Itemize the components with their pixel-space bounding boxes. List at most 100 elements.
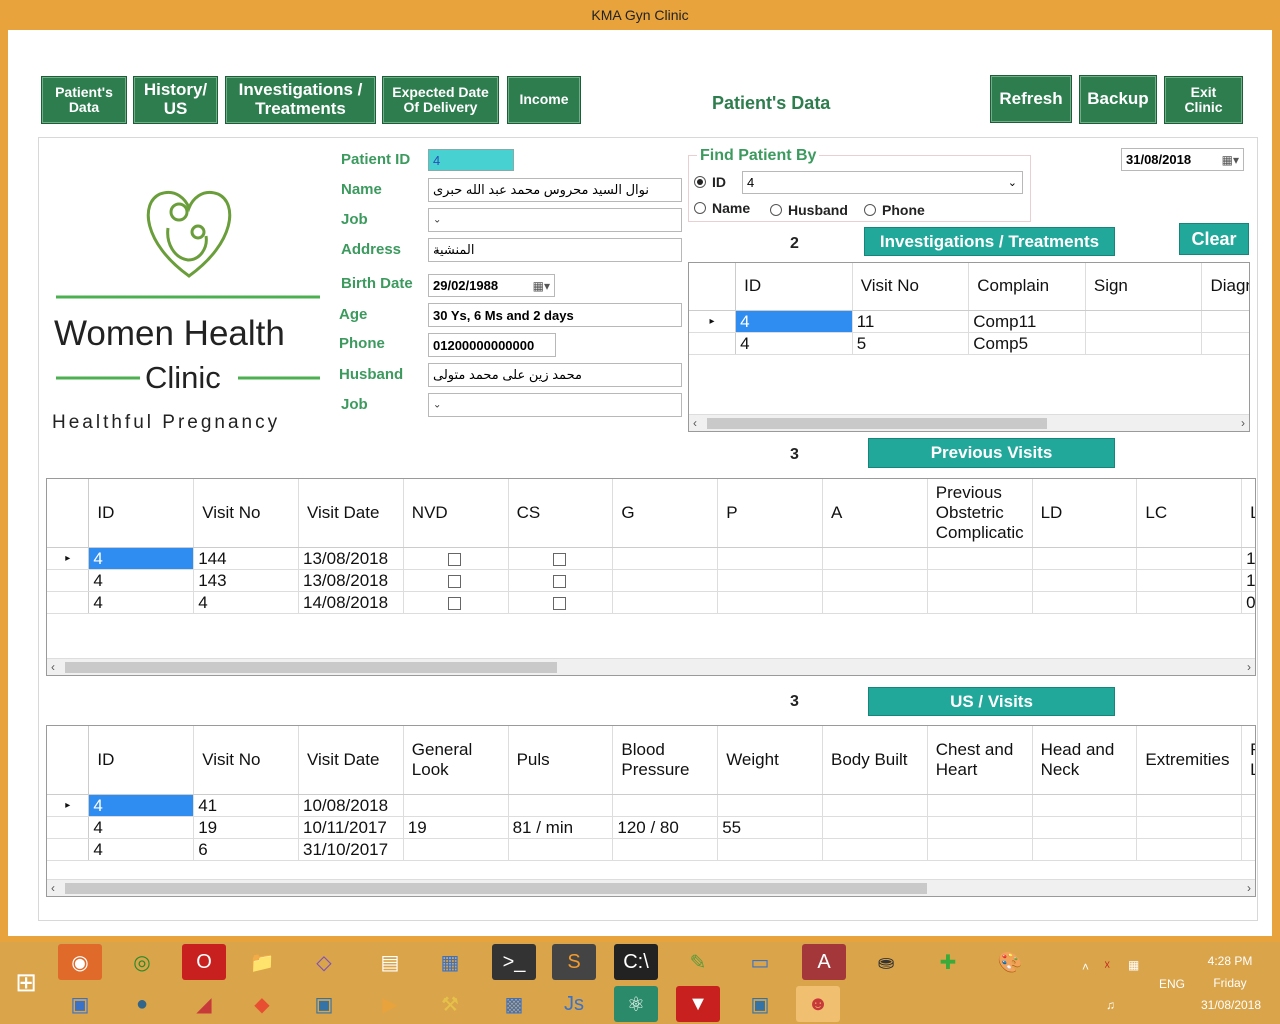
media-player-icon[interactable]: ▶ bbox=[368, 986, 412, 1022]
add-green-icon[interactable]: ✚ bbox=[926, 944, 970, 980]
table-cell[interactable]: 4 bbox=[735, 310, 853, 333]
row-header[interactable] bbox=[47, 569, 90, 592]
table-cell[interactable] bbox=[612, 838, 719, 861]
python-icon[interactable]: ▣ bbox=[302, 986, 346, 1022]
table-cell[interactable] bbox=[717, 547, 823, 570]
history-us-button[interactable]: History/ US bbox=[133, 76, 218, 124]
table-cell[interactable]: 14/08/2018 bbox=[298, 591, 404, 614]
table-cell[interactable] bbox=[1136, 794, 1243, 817]
network-tool-icon[interactable]: ▣ bbox=[58, 986, 102, 1022]
table-cell[interactable] bbox=[717, 591, 823, 614]
table-cell[interactable] bbox=[822, 794, 928, 817]
column-header[interactable]: Chest and Heart bbox=[927, 726, 1033, 795]
table-cell[interactable]: 120 / 80 bbox=[612, 816, 719, 839]
table-cell[interactable]: 10/08/2018 bbox=[298, 794, 404, 817]
row-header[interactable] bbox=[47, 591, 90, 614]
start-windows-icon[interactable]: ⊞ bbox=[4, 964, 48, 1000]
column-header[interactable]: ID bbox=[88, 479, 195, 548]
expected-date-button[interactable]: Expected Date Of Delivery bbox=[382, 76, 499, 124]
table-cell[interactable]: 55 bbox=[717, 816, 823, 839]
column-header[interactable]: NVD bbox=[403, 479, 509, 548]
scroll-right-icon[interactable]: › bbox=[1247, 659, 1251, 675]
column-header[interactable]: Visit Date bbox=[298, 726, 404, 795]
column-header[interactable]: Visit No bbox=[193, 726, 299, 795]
git-icon[interactable]: ◆ bbox=[240, 986, 284, 1022]
table-cell[interactable]: 81 / min bbox=[508, 816, 614, 839]
find-by-id-radio[interactable]: ID bbox=[694, 174, 726, 190]
remote-desktop-icon[interactable]: ▩ bbox=[492, 986, 536, 1022]
column-header[interactable]: G bbox=[612, 479, 719, 548]
investigations-treatments-button[interactable]: Investigations / Treatments bbox=[864, 227, 1115, 256]
column-header[interactable]: LC bbox=[1136, 479, 1243, 548]
row-header[interactable] bbox=[47, 838, 90, 861]
table-cell[interactable]: 4 bbox=[88, 838, 195, 861]
table-cell[interactable]: 5 bbox=[852, 332, 970, 355]
table-cell[interactable]: Comp5 bbox=[968, 332, 1086, 355]
table-cell[interactable]: 4 bbox=[88, 547, 195, 570]
table-cell[interactable] bbox=[508, 569, 614, 592]
checkbox[interactable] bbox=[447, 552, 461, 566]
table-cell[interactable] bbox=[1032, 591, 1138, 614]
table-cell[interactable] bbox=[1032, 547, 1138, 570]
chrome-icon[interactable]: ◎ bbox=[120, 944, 164, 980]
column-header[interactable]: A bbox=[822, 479, 928, 548]
table-cell[interactable]: Comp11 bbox=[968, 310, 1086, 333]
table-cell[interactable] bbox=[1241, 838, 1255, 861]
column-header[interactable]: ID bbox=[735, 263, 853, 311]
table-cell[interactable] bbox=[403, 591, 509, 614]
checkbox[interactable] bbox=[447, 596, 461, 610]
column-header[interactable]: Puls bbox=[508, 726, 614, 795]
column-header[interactable]: Extremities bbox=[1136, 726, 1243, 795]
row-header[interactable] bbox=[47, 816, 90, 839]
clinic-app-icon[interactable]: ☻ bbox=[796, 986, 840, 1022]
checkbox[interactable] bbox=[552, 552, 566, 566]
investigations-treatments-nav-button[interactable]: Investigations / Treatments bbox=[225, 76, 376, 124]
volume-icon[interactable]: ♫ bbox=[1106, 998, 1115, 1012]
control-panel-icon[interactable]: ▦ bbox=[428, 944, 472, 980]
scroll-right-icon[interactable]: › bbox=[1247, 880, 1251, 896]
table-cell[interactable]: 01/12/2( bbox=[1241, 591, 1255, 614]
column-header[interactable]: LD bbox=[1032, 479, 1138, 548]
table-cell[interactable] bbox=[717, 794, 823, 817]
table-cell[interactable] bbox=[1032, 838, 1138, 861]
table-cell[interactable] bbox=[403, 547, 509, 570]
find-id-select[interactable]: 4 ⌄ bbox=[742, 171, 1023, 194]
js-icon[interactable]: Js bbox=[552, 986, 596, 1022]
scroll-left-icon[interactable]: ‹ bbox=[51, 880, 55, 896]
table-cell[interactable]: 41 bbox=[193, 794, 299, 817]
column-header[interactable]: Head and Neck bbox=[1032, 726, 1138, 795]
birth-date-picker[interactable]: 29/02/1988 ▦▾ bbox=[428, 274, 555, 297]
atom-icon[interactable]: ⚛ bbox=[614, 986, 658, 1022]
notebook-icon[interactable]: ▭ bbox=[738, 944, 782, 980]
table-cell[interactable] bbox=[1032, 569, 1138, 592]
column-header[interactable]: Visit No bbox=[852, 263, 970, 311]
opera-icon[interactable]: O bbox=[182, 944, 226, 980]
table-cell[interactable]: 143 bbox=[193, 569, 299, 592]
visual-studio-icon[interactable]: ◇ bbox=[302, 944, 346, 980]
table-cell[interactable] bbox=[612, 794, 719, 817]
table-cell[interactable]: 13/08/2018 bbox=[298, 547, 404, 570]
table-cell[interactable] bbox=[1201, 310, 1249, 333]
table-cell[interactable]: 13/08/2( bbox=[1241, 569, 1255, 592]
table-cell[interactable] bbox=[927, 816, 1033, 839]
address-select[interactable]: ⌄ المنشية bbox=[428, 238, 682, 262]
table-row[interactable]: 4414/08/201801/12/2( bbox=[47, 591, 1255, 614]
find-by-phone-radio[interactable]: Phone bbox=[864, 202, 925, 218]
table-row[interactable]: 4 6 31/10/2017 bbox=[47, 838, 1255, 861]
table-cell[interactable]: 144 bbox=[193, 547, 299, 570]
table-cell[interactable] bbox=[822, 816, 928, 839]
table-cell[interactable] bbox=[822, 591, 928, 614]
scrollbar-thumb[interactable] bbox=[707, 418, 1047, 429]
tray-up-icon[interactable]: ˄ bbox=[1082, 960, 1089, 974]
clock-day[interactable]: Friday bbox=[1200, 976, 1260, 990]
column-header[interactable]: P bbox=[717, 479, 823, 548]
flag-icon[interactable]: ▦ bbox=[1128, 958, 1139, 972]
calendar-icon[interactable]: ▦▾ bbox=[1222, 153, 1239, 167]
scroll-left-icon[interactable]: ‹ bbox=[51, 659, 55, 675]
table-cell[interactable]: 4 bbox=[193, 591, 299, 614]
table-cell[interactable]: 6 bbox=[193, 838, 299, 861]
table-cell[interactable] bbox=[612, 591, 719, 614]
table-cell[interactable] bbox=[1136, 569, 1243, 592]
husband-job-select[interactable]: ⌄ bbox=[428, 393, 682, 417]
table-cell[interactable] bbox=[822, 838, 928, 861]
